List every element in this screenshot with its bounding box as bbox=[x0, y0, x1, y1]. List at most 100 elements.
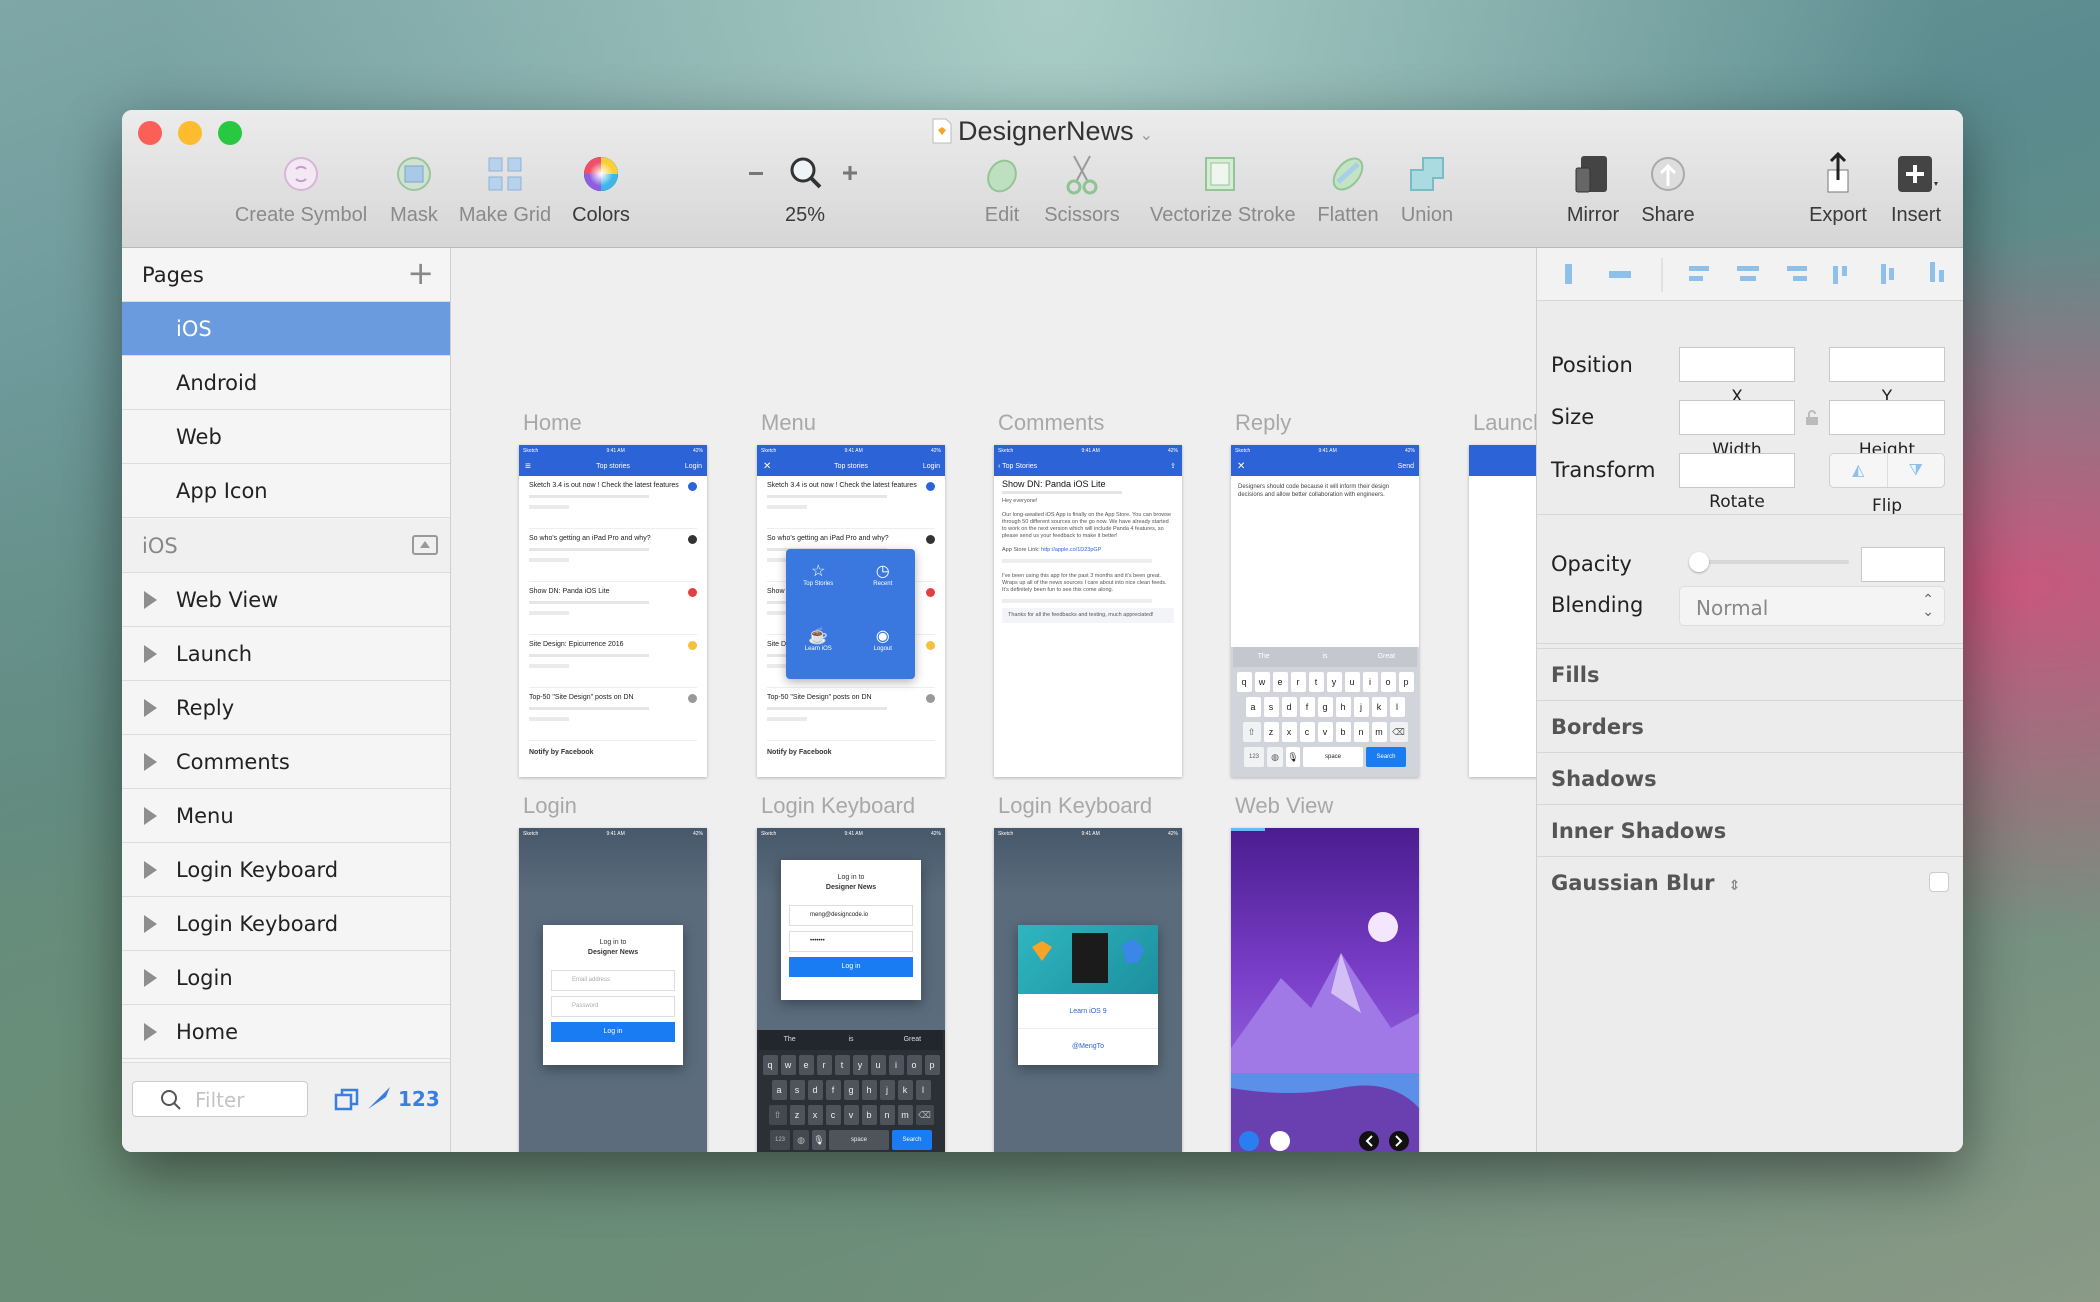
rotate-input[interactable] bbox=[1679, 453, 1795, 488]
disclosure-triangle-icon[interactable] bbox=[144, 753, 157, 771]
up-down-chevron-icon: ⌃ ⌄ bbox=[1922, 591, 1934, 619]
artboard-reply[interactable]: Sketch 9:41 AM 42% ✕ Send Designers should … bbox=[1231, 445, 1419, 777]
flip-vertical-button[interactable]: ⧩ bbox=[1888, 454, 1945, 487]
feed-item-title: Sketch 3.4 is out now ! Check the latest… bbox=[529, 482, 679, 489]
align-right-icon bbox=[1793, 276, 1807, 281]
layer-item[interactable]: Login Keyboard bbox=[122, 843, 450, 897]
chevron-down-icon: ⌄ bbox=[1139, 127, 1153, 144]
layer-item[interactable]: Comments bbox=[122, 735, 450, 789]
window-title[interactable]: DesignerNews ⌄ bbox=[122, 114, 1963, 148]
width-input[interactable] bbox=[1679, 400, 1795, 435]
scissors-icon bbox=[1066, 155, 1098, 195]
artboard-label[interactable]: Launch bbox=[1473, 410, 1536, 436]
page-item-ios[interactable]: iOS bbox=[122, 302, 450, 356]
height-input[interactable] bbox=[1829, 400, 1945, 435]
mic-icon: 🎙 bbox=[812, 1130, 826, 1150]
page-item-android[interactable]: Android bbox=[122, 356, 450, 410]
layer-item[interactable]: Launch bbox=[122, 627, 450, 681]
layer-item[interactable]: Home bbox=[122, 1005, 450, 1059]
section-inner-shadows[interactable]: Inner Shadows bbox=[1537, 804, 1963, 856]
artboard-label[interactable]: Comments bbox=[998, 410, 1104, 436]
disclosure-triangle-icon[interactable] bbox=[144, 645, 157, 663]
artboard-login-keyboard-promo[interactable]: Sketch 9:41 AM 42% Learn iOS 9 @MengTo bbox=[994, 828, 1182, 1152]
artboard-label[interactable]: Login Keyboard bbox=[761, 793, 915, 819]
union-button[interactable]: Union bbox=[1357, 152, 1497, 227]
disclosure-triangle-icon[interactable] bbox=[144, 807, 157, 825]
position-y-input[interactable] bbox=[1829, 347, 1945, 382]
search-key: Search bbox=[892, 1130, 932, 1150]
layer-item[interactable]: Web View bbox=[122, 573, 450, 627]
artboard-login[interactable]: Sketch 9:41 AM 42% Log in to Designer News … bbox=[519, 828, 707, 1152]
disclosure-triangle-icon[interactable] bbox=[144, 591, 157, 609]
layer-item[interactable]: Menu bbox=[122, 789, 450, 843]
opacity-slider-knob[interactable] bbox=[1689, 552, 1709, 572]
key: k bbox=[1371, 697, 1387, 717]
artboard-label[interactable]: Reply bbox=[1235, 410, 1291, 436]
page-item-web[interactable]: Web bbox=[122, 410, 450, 464]
inspector-panel: Position XY Size Width Height Transform ◭… bbox=[1536, 248, 1963, 1152]
colors-button[interactable]: Colors bbox=[531, 152, 671, 227]
key: e bbox=[1272, 672, 1288, 692]
page-item-app-icon[interactable]: App Icon bbox=[122, 464, 450, 518]
disclosure-triangle-icon[interactable] bbox=[144, 915, 157, 933]
artboard-launch[interactable] bbox=[1469, 445, 1536, 777]
key: w bbox=[1254, 672, 1270, 692]
key: n bbox=[879, 1105, 895, 1125]
artboard-label[interactable]: Login Keyboard bbox=[998, 793, 1152, 819]
feed-item-title: Top-50 "Site Design" posts on DN bbox=[767, 694, 872, 701]
artboard-home[interactable]: Sketch 9:41 AM 42% ≡ Top stories Login Sketc… bbox=[519, 445, 707, 777]
disclosure-triangle-icon[interactable] bbox=[144, 1023, 157, 1041]
add-page-icon[interactable]: + bbox=[407, 248, 434, 298]
layer-item[interactable]: Login Keyboard bbox=[122, 897, 450, 951]
layer-item[interactable]: Reply bbox=[122, 681, 450, 735]
key: t bbox=[1308, 672, 1324, 692]
opacity-input[interactable] bbox=[1861, 547, 1945, 582]
flip-horizontal-button[interactable]: ◭ bbox=[1830, 454, 1888, 487]
canvas[interactable]: Home Menu Comments Reply Launch Login Login Ke… bbox=[451, 248, 1536, 1152]
opacity-slider[interactable] bbox=[1689, 552, 1849, 572]
section-fills[interactable]: Fills bbox=[1537, 648, 1963, 700]
position-x-input[interactable] bbox=[1679, 347, 1795, 382]
copy-icon[interactable] bbox=[334, 1087, 360, 1111]
union-icon bbox=[1410, 157, 1444, 191]
disclosure-triangle-icon[interactable] bbox=[144, 861, 157, 879]
collapse-pages-icon[interactable] bbox=[412, 535, 438, 555]
text-count-button[interactable]: 123 bbox=[398, 1087, 440, 1111]
artboard-label[interactable]: Menu bbox=[761, 410, 816, 436]
up-down-chevron-icon[interactable]: ⇕ bbox=[1729, 878, 1741, 894]
keyboard: The is Great q w e r t y u i o p a s d f g h j k l ⇧ z x c v b n m ⌫ 12… bbox=[757, 1030, 945, 1152]
source-icon bbox=[688, 535, 697, 544]
section-borders[interactable]: Borders bbox=[1537, 700, 1963, 752]
artboard-label[interactable]: Login bbox=[523, 793, 577, 819]
filter-input[interactable]: Filter bbox=[132, 1081, 308, 1117]
lock-icon[interactable] bbox=[1805, 410, 1819, 426]
key: d bbox=[807, 1080, 823, 1100]
scissors-button[interactable]: Scissors bbox=[1012, 152, 1152, 227]
menu-popover: ☆ Top Stories ◷ Recent ☕ Learn iOS ◉ Logout bbox=[786, 549, 915, 679]
artboard-web-view[interactable] bbox=[1231, 828, 1419, 1152]
gaussian-blur-checkbox[interactable] bbox=[1929, 872, 1949, 892]
layer-item[interactable]: Login bbox=[122, 951, 450, 1005]
key: l bbox=[1389, 697, 1405, 717]
vectorize-stroke-button[interactable]: Vectorize Stroke bbox=[1150, 152, 1296, 227]
artboard-menu[interactable]: Sketch 9:41 AM 42% ✕ Top stories Login Sketc… bbox=[757, 445, 945, 777]
layer-label: Login bbox=[176, 966, 233, 990]
page-label: Android bbox=[176, 371, 258, 395]
share-icon bbox=[1270, 1131, 1290, 1151]
zoom-level[interactable]: 25% bbox=[735, 204, 875, 227]
artboard-label[interactable]: Home bbox=[523, 410, 582, 436]
menu-item-icon: ◷ bbox=[875, 563, 890, 580]
disclosure-triangle-icon[interactable] bbox=[144, 969, 157, 987]
section-shadows[interactable]: Shadows bbox=[1537, 752, 1963, 804]
disclosure-triangle-icon[interactable] bbox=[144, 699, 157, 717]
insert-button[interactable]: Insert bbox=[1846, 152, 1963, 227]
section-gaussian-blur[interactable]: Gaussian Blur ⇕ bbox=[1537, 856, 1963, 908]
blending-select[interactable]: Normal ⌃ ⌄ bbox=[1679, 586, 1945, 626]
share-button[interactable]: Share bbox=[1598, 152, 1738, 227]
artboard-comments[interactable]: Sketch 9:41 AM 42% ‹ Top Stories ⇪ Show DN:… bbox=[994, 445, 1182, 777]
source-icon bbox=[926, 588, 935, 597]
artboard-label[interactable]: Web View bbox=[1235, 793, 1333, 819]
pen-icon[interactable] bbox=[366, 1085, 392, 1111]
layers-header: iOS bbox=[122, 519, 450, 573]
artboard-login-keyboard[interactable]: Sketch 9:41 AM 42% Log in to Designer News … bbox=[757, 828, 945, 1152]
